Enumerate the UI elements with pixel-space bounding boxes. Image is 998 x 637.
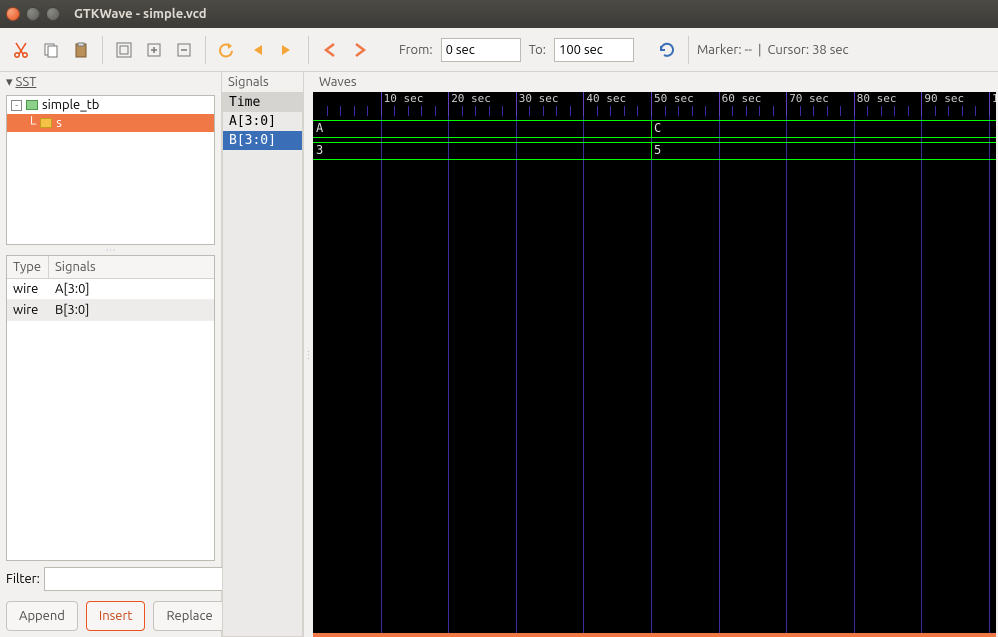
bus-value: 3: [316, 143, 323, 157]
cell-signal: A[3:0]: [49, 279, 96, 299]
tree-expander-icon[interactable]: -: [11, 100, 22, 111]
signals-panel: Signals Time A[3:0]B[3:0]: [222, 72, 304, 637]
hierarchy-tree[interactable]: - simple_tb └ s: [6, 95, 215, 245]
bus-value: A: [316, 121, 323, 135]
tree-row-child[interactable]: └ s: [7, 114, 214, 132]
time-tick-label: 90 sec: [924, 92, 964, 105]
bus-value: 5: [654, 143, 661, 157]
window-close-button[interactable]: [6, 7, 20, 21]
time-tick-label: 70 sec: [789, 92, 829, 105]
paste-button[interactable]: [68, 37, 94, 63]
module-icon: [26, 100, 38, 110]
type-signals-row[interactable]: wireA[3:0]: [7, 279, 214, 300]
waveform-viewer[interactable]: 10 sec 20 sec 30 sec 40 sec 50 sec 60 sec 70 s…: [313, 92, 996, 637]
tree-row-root[interactable]: - simple_tb: [7, 96, 214, 114]
type-signals-header: Type Signals: [7, 256, 214, 279]
time-tick-label: 30 sec: [519, 92, 559, 105]
from-input[interactable]: [441, 38, 521, 62]
sst-header[interactable]: ▾ SST: [0, 72, 221, 93]
time-tick-label: 100: [992, 92, 996, 105]
filter-row: Filter:: [0, 563, 221, 595]
marker-readout: Marker: -- | Cursor: 38 sec: [697, 43, 849, 57]
scope-icon: [40, 118, 52, 128]
window-maximize-button[interactable]: [46, 7, 60, 21]
left-panel: ▾ SST - simple_tb └ s ⋯ Type Signals wir…: [0, 72, 222, 637]
cell-type: wire: [7, 300, 49, 320]
waves-header: Waves: [313, 72, 998, 92]
to-label: To:: [529, 43, 546, 57]
time-tick-label: 20 sec: [451, 92, 491, 105]
from-label: From:: [399, 43, 433, 57]
window-title: GTKWave - simple.vcd: [74, 7, 207, 21]
type-signals-table: Type Signals wireA[3:0]wireB[3:0]: [6, 255, 215, 561]
main-area: ▾ SST - simple_tb └ s ⋯ Type Signals wir…: [0, 72, 998, 637]
separator: [102, 36, 103, 64]
signals-time-row[interactable]: Time: [223, 93, 302, 112]
cell-signal: B[3:0]: [49, 300, 95, 320]
separator: [308, 36, 309, 64]
signals-header: Signals: [222, 72, 303, 92]
seek-start-button[interactable]: [244, 37, 270, 63]
undo-button[interactable]: [214, 37, 240, 63]
tree-label: s: [56, 116, 62, 130]
separator: [688, 36, 689, 64]
filter-input[interactable]: [44, 567, 225, 591]
signal-item[interactable]: A[3:0]: [223, 112, 302, 131]
zoom-in-button[interactable]: [141, 37, 167, 63]
filter-label: Filter:: [6, 572, 40, 586]
column-type[interactable]: Type: [7, 256, 49, 278]
type-signals-row[interactable]: wireB[3:0]: [7, 300, 214, 321]
time-tick-label: 10 sec: [384, 92, 424, 105]
time-tick-label: 40 sec: [586, 92, 626, 105]
to-input[interactable]: [554, 38, 634, 62]
time-tick-label: 60 sec: [722, 92, 762, 105]
append-button[interactable]: Append: [6, 601, 78, 631]
waveform-bus[interactable]: AC: [313, 120, 996, 138]
zoom-fit-button[interactable]: [111, 37, 137, 63]
bus-value: C: [654, 121, 661, 135]
cell-type: wire: [7, 279, 49, 299]
time-ruler[interactable]: 10 sec 20 sec 30 sec 40 sec 50 sec 60 sec 70 s…: [313, 92, 996, 116]
cut-button[interactable]: [8, 37, 34, 63]
signals-list[interactable]: Time A[3:0]B[3:0]: [222, 92, 303, 637]
time-tick-label: 50 sec: [654, 92, 694, 105]
horizontal-scroll-indicator[interactable]: [313, 633, 996, 637]
next-edge-button[interactable]: [347, 37, 373, 63]
titlebar: GTKWave - simple.vcd: [0, 0, 998, 28]
waveform-bus[interactable]: 35: [313, 142, 996, 160]
tree-label: simple_tb: [42, 98, 99, 112]
zoom-out-button[interactable]: [171, 37, 197, 63]
action-buttons: Append Insert Replace: [0, 595, 221, 637]
replace-button[interactable]: Replace: [153, 601, 225, 631]
prev-edge-button[interactable]: [317, 37, 343, 63]
insert-button[interactable]: Insert: [86, 601, 146, 631]
vertical-splitter[interactable]: ⋮: [304, 72, 313, 637]
signal-item[interactable]: B[3:0]: [223, 131, 302, 150]
horizontal-splitter[interactable]: ⋯: [0, 247, 221, 253]
reload-button[interactable]: [654, 37, 680, 63]
separator: [205, 36, 206, 64]
column-signals[interactable]: Signals: [49, 256, 102, 278]
waves-panel: Waves 10 sec 20 sec 30 sec 40 sec 50 sec 60 s…: [313, 72, 998, 637]
seek-end-button[interactable]: [274, 37, 300, 63]
time-tick-label: 80 sec: [857, 92, 897, 105]
toolbar: From: To: Marker: -- | Cursor: 38 sec: [0, 28, 998, 72]
window-minimize-button[interactable]: [26, 7, 40, 21]
copy-button[interactable]: [38, 37, 64, 63]
